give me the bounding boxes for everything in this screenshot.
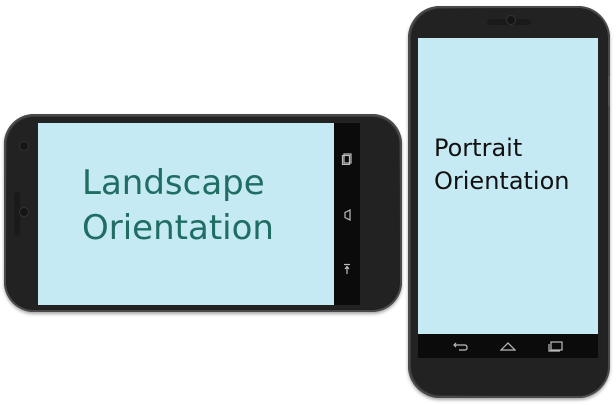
landscape-phone: Landscape Orientation [4, 114, 402, 312]
portrait-phone: Portrait Orientation [408, 6, 610, 398]
landscape-caption-line2: Orientation [82, 208, 274, 248]
power-button [608, 76, 610, 106]
landscape-caption-line1: Landscape [82, 163, 265, 203]
landscape-caption: Landscape Orientation [82, 161, 274, 251]
illustration: Landscape Orientation Portrait Orientati… [0, 0, 616, 405]
landscape-nav-bar [334, 123, 360, 305]
home-icon[interactable] [500, 340, 516, 352]
portrait-nav-bar [418, 334, 598, 358]
portrait-caption-line2: Orientation [434, 167, 570, 195]
recents-icon[interactable] [341, 153, 353, 165]
back-icon[interactable] [452, 340, 468, 352]
landscape-screen: Landscape Orientation [38, 123, 334, 305]
landscape-front-camera [20, 208, 28, 216]
home-icon[interactable] [341, 209, 353, 221]
portrait-caption-line1: Portrait [434, 134, 523, 162]
landscape-camera-dot [20, 142, 28, 150]
portrait-screen: Portrait Orientation [418, 38, 598, 334]
landscape-speaker-grille [14, 192, 20, 236]
back-icon[interactable] [341, 263, 353, 275]
portrait-caption: Portrait Orientation [434, 132, 570, 198]
recents-icon[interactable] [548, 340, 564, 352]
portrait-front-camera [507, 16, 515, 24]
